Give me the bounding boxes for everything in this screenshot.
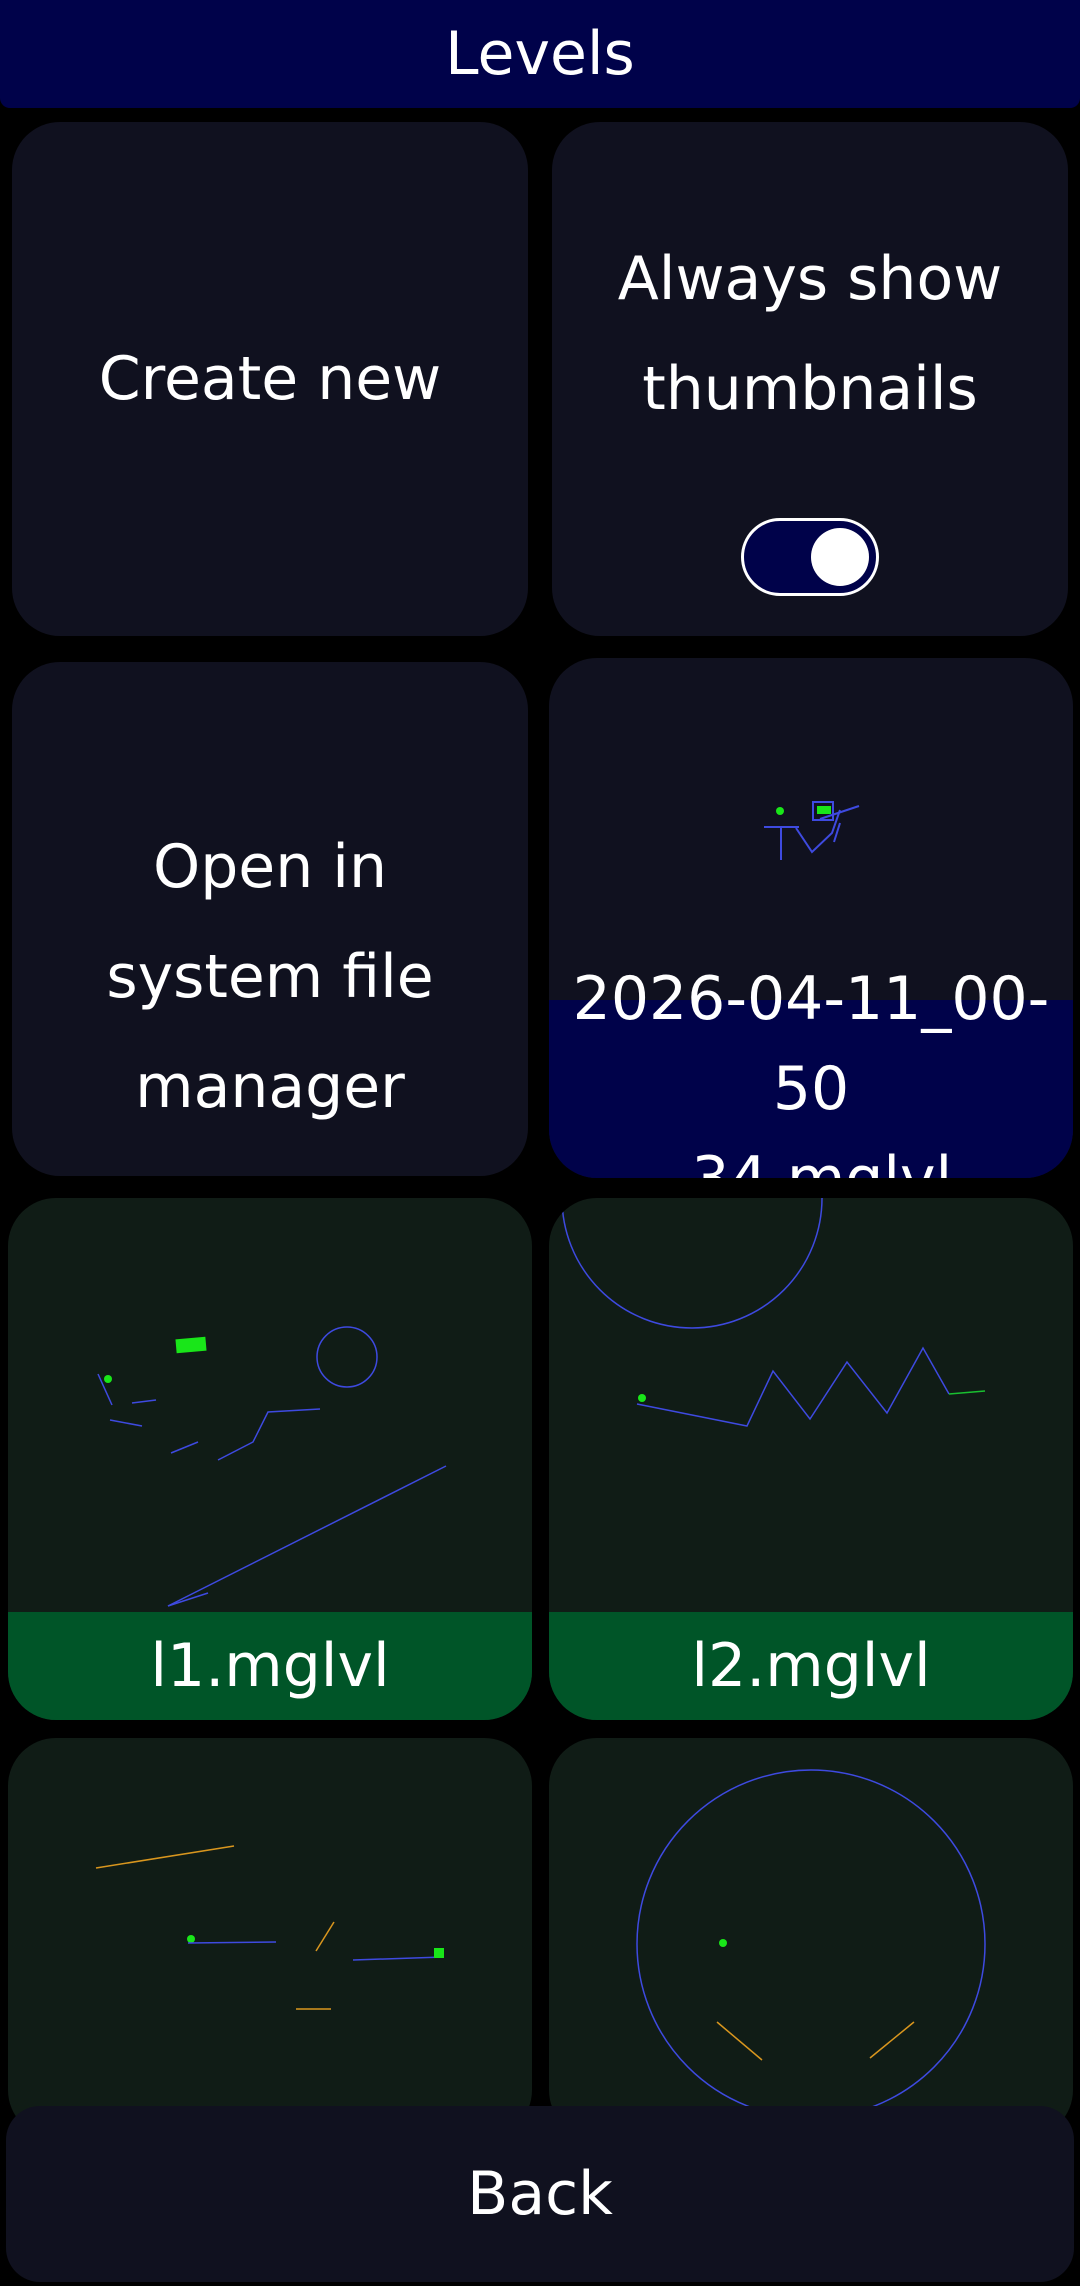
thumbnails-toggle[interactable] (741, 518, 879, 596)
always-show-thumbnails-label: Always show thumbnails (617, 244, 1003, 424)
level-filename: l2.mglvl (549, 1612, 1073, 1720)
level-thumbnail (95, 1845, 444, 2010)
toggle-knob (811, 528, 869, 586)
open-file-manager-label: Open in system file manager (106, 832, 434, 1122)
level-thumbnail (636, 1769, 986, 2119)
page-title: Levels (0, 0, 1080, 108)
level-filename: 2026-04-11_00-50 -34.mglvl (549, 964, 1073, 1178)
create-new-button[interactable]: Create new (12, 122, 528, 636)
level-card[interactable]: 2026-04-11_00-50 -34.mglvl (549, 658, 1073, 1178)
level-card[interactable] (8, 1738, 532, 2138)
back-label: Back (467, 2159, 613, 2229)
level-card[interactable]: l1.mglvl (8, 1198, 532, 1720)
back-button[interactable]: Back (6, 2106, 1074, 2282)
create-new-label: Create new (98, 344, 442, 414)
level-card[interactable]: l2.mglvl (549, 1198, 1073, 1720)
level-filename: l1.mglvl (8, 1612, 532, 1720)
always-show-thumbnails-card[interactable]: Always show thumbnails (552, 122, 1068, 636)
level-card[interactable] (549, 1738, 1073, 2138)
open-file-manager-button[interactable]: Open in system file manager (12, 662, 528, 1176)
